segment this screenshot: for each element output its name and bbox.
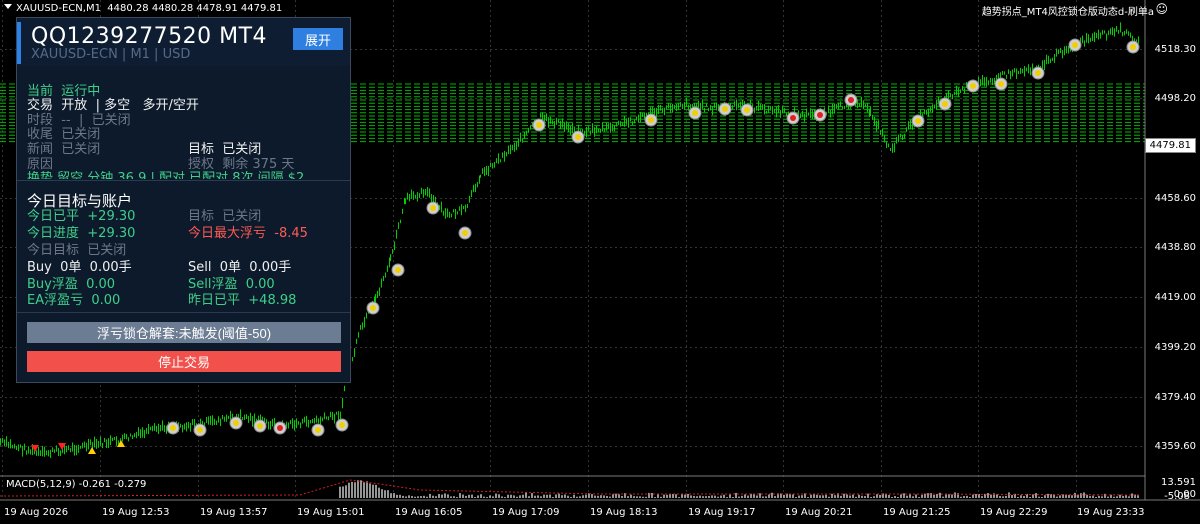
price-tick: 4379.40	[1154, 392, 1196, 403]
period-row: 时段 -- | 已关闭	[27, 113, 131, 128]
time-tick: 19 Aug 22:29	[980, 507, 1048, 518]
ea-float-row: EA浮盈亏 0.00	[27, 293, 121, 308]
smiley-icon: ☺	[1155, 2, 1168, 16]
trade-row: 交易 开放 | 多空 多开/空开	[27, 98, 199, 113]
time-tick: 19 Aug 13:57	[200, 507, 268, 518]
license-row: 授权 剩余 375 天	[188, 157, 295, 172]
price-tick: 4419.00	[1154, 292, 1196, 303]
today-goal-row: 今日目标 已关闭	[27, 243, 127, 258]
panel-header: QQ1239277520 MT4 XAUUSD-ECN | M1 | USD 展…	[17, 18, 350, 66]
news-row: 新闻 已关闭	[27, 142, 101, 157]
ea-panel: QQ1239277520 MT4 XAUUSD-ECN | M1 | USD 展…	[16, 17, 351, 383]
max-float-row: 今日最大浮亏 -8.45	[188, 226, 308, 241]
tail-row: 收尾 已关闭	[27, 127, 101, 142]
target-row: 目标 已关闭	[188, 142, 262, 157]
expand-button[interactable]: 展开	[293, 28, 343, 50]
ohlc-values: 4480.28 4480.28 4478.91 4479.81	[107, 3, 283, 14]
chart-header: XAUUSD-ECN,M1 4480.28 4480.28 4478.91 44…	[16, 3, 282, 14]
time-tick: 19 Aug 21:25	[883, 507, 951, 518]
price-tick: 4359.60	[1154, 441, 1196, 452]
reason-row: 原因	[27, 157, 54, 172]
buy-float-row: Buy浮盈 0.00	[27, 277, 116, 292]
stop-trading-button[interactable]: 停止交易	[27, 351, 341, 372]
account-title: QQ1239277520 MT4	[31, 24, 268, 49]
time-tick: 19 Aug 18:13	[590, 507, 658, 518]
price-tick: 4498.20	[1154, 93, 1196, 104]
clipped-info-row: 换势 留空 分钟 36.9 | 配对 已配对 8次 间隔 $2	[27, 171, 305, 179]
macd-axis-top: 13.591	[1161, 477, 1196, 488]
current-price-label: 4479.81	[1144, 138, 1196, 153]
price-tick: 4399.20	[1154, 342, 1196, 353]
time-tick: 19 Aug 15:01	[297, 507, 365, 518]
indicator-title: 趋势拐点_MT4风控锁仓版动态d-刷单a	[981, 7, 1154, 18]
time-tick: 19 Aug 17:09	[492, 507, 560, 518]
progress-row: 今日进度 +29.30	[27, 226, 136, 241]
collapse-arrow-icon[interactable]	[4, 4, 12, 9]
time-tick: 19 Aug 23:33	[1077, 507, 1145, 518]
section-title: 今日目标与账户	[27, 192, 133, 210]
status-row: 当前 运行中	[27, 84, 101, 99]
symbol-title: XAUUSD-ECN,M1	[16, 3, 101, 14]
section-divider	[17, 180, 350, 181]
yesterday-row: 昨日已平 +48.98	[188, 293, 297, 308]
macd-histogram	[0, 479, 1141, 498]
accent-bar	[17, 22, 21, 64]
time-tick: 19 Aug 2026	[4, 507, 69, 518]
price-tick: 4438.80	[1154, 242, 1196, 253]
account-subline: XAUUSD-ECN | M1 | USD	[31, 47, 191, 62]
time-tick: 19 Aug 12:53	[102, 507, 170, 518]
sell-float-row: Sell浮盈 0.00	[188, 277, 275, 292]
time-tick: 19 Aug 20:21	[785, 507, 853, 518]
lock-release-button[interactable]: 浮亏锁仓解套:未触发(阈值-50)	[27, 322, 341, 343]
time-tick: 19 Aug 16:05	[395, 507, 463, 518]
today-closed: 今日已平 +29.30	[27, 209, 136, 224]
buy-row: Buy 0单 0.00手	[27, 260, 132, 275]
price-tick: 4458.60	[1154, 193, 1196, 204]
macd-axis-bottom: -5.08	[1164, 491, 1190, 502]
price-tick: 4518.30	[1154, 44, 1196, 55]
goal-row: 目标 已关闭	[188, 209, 262, 224]
sell-row: Sell 0单 0.00手	[188, 260, 292, 275]
macd-label: MACD(5,12,9) -0.261 -0.279	[6, 479, 147, 490]
section-divider	[17, 312, 350, 313]
time-tick: 19 Aug 19:17	[688, 507, 756, 518]
